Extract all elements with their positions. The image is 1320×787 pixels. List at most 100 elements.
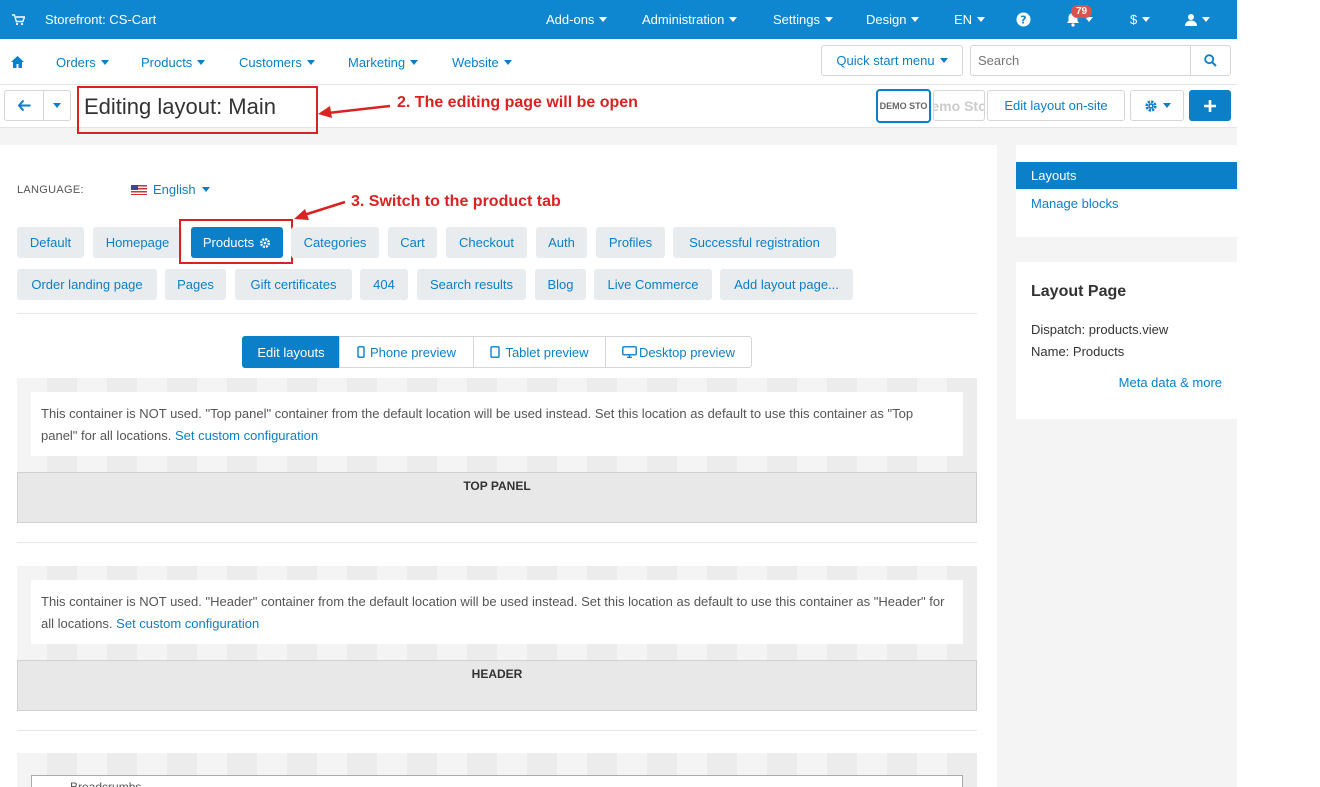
main-nav: Orders Products Customers Marketing Webs… [0,39,1237,85]
chevron-down-icon [599,17,608,22]
language-value: English [153,182,196,197]
header-title: HEADER [471,667,523,681]
language-selector[interactable]: English [131,182,210,197]
menu-addons-label: Add-ons [546,12,595,27]
quick-start-label: Quick start menu [836,53,935,68]
quick-start-menu-button[interactable]: Quick start menu [821,45,963,76]
add-layout-page-button[interactable]: Add layout page... [720,269,853,300]
edit-layout-onsite-button[interactable]: Edit layout on-site [987,90,1125,121]
menu-design-label: Design [866,12,907,27]
tab-gift-certificates[interactable]: Gift certificates [235,269,352,300]
header-set-custom-configuration-link[interactable]: Set custom configuration [116,616,259,631]
user-icon [1185,14,1197,26]
phone-preview-label: Phone preview [370,344,456,360]
tab-cart[interactable]: Cart [388,227,437,258]
top-panel-container[interactable]: TOP PANEL [17,472,977,523]
menu-administration[interactable]: Administration [642,0,738,39]
tab-checkout[interactable]: Checkout [446,227,527,258]
desktop-preview-label: Desktop preview [638,344,736,360]
tab-order-landing-page[interactable]: Order landing page [17,269,157,300]
tab-404[interactable]: 404 [360,269,408,300]
admin-window: Storefront: CS-Cart Add-ons Administrati… [0,0,1237,787]
home-icon [11,56,24,68]
nav-website[interactable]: Website [452,39,512,85]
divider [17,730,977,731]
help-button[interactable]: ? [1016,0,1031,39]
tablet-preview-button[interactable]: Tablet preview [473,336,606,368]
annotation-step-3: 3. Switch to the product tab [351,193,561,210]
top-panel-notice-text: This container is NOT used. "Top panel" … [41,406,914,443]
chevron-down-icon [977,17,986,22]
menu-settings[interactable]: Settings [773,0,833,39]
language-code: EN [954,12,973,27]
language-switcher[interactable]: EN [954,0,986,39]
annotation-arrow-icon [318,104,391,118]
back-dropdown-button[interactable] [43,90,71,121]
sidebar-item-layouts[interactable]: Layouts [1016,162,1237,189]
menu-design[interactable]: Design [866,0,920,39]
tab-profiles[interactable]: Profiles [596,227,665,258]
layout-page-dispatch: Dispatch: products.view [1031,322,1169,337]
desktop-icon [622,346,637,358]
edit-layouts-button[interactable]: Edit layouts [242,336,340,368]
phone-preview-button[interactable]: Phone preview [339,336,474,368]
user-menu[interactable] [1185,0,1210,39]
tab-blog[interactable]: Blog [535,269,586,300]
top-bar: Storefront: CS-Cart Add-ons Administrati… [0,0,1237,39]
gear-icon [1144,99,1157,112]
nav-marketing[interactable]: Marketing [348,39,419,85]
menu-addons[interactable]: Add-ons [546,0,608,39]
sidebar-item-manage-blocks[interactable]: Manage blocks [1016,190,1237,217]
demo-store-logo[interactable]: DEMO STO [876,89,931,123]
settings-dropdown-button[interactable] [1130,90,1184,121]
plus-icon [1204,99,1216,112]
tab-pages[interactable]: Pages [165,269,226,300]
nav-orders[interactable]: Orders [56,39,109,85]
tab-live-commerce[interactable]: Live Commerce [594,269,712,300]
currency-symbol: $ [1130,12,1138,27]
meta-data-link[interactable]: Meta data & more [1119,375,1222,390]
divider [17,542,977,543]
chevron-down-icon [1202,17,1210,22]
header-container[interactable]: HEADER [17,660,977,711]
help-icon: ? [1016,12,1031,27]
breadcrumbs-block[interactable]: Breadcrumbs [31,775,963,787]
desktop-preview-button[interactable]: Desktop preview [605,336,752,368]
annotation-arrow-icon [294,200,346,220]
add-button[interactable] [1189,90,1231,121]
chevron-down-icon [729,17,738,22]
chevron-down-icon [201,187,210,192]
tab-homepage[interactable]: Homepage [93,227,182,258]
home-button[interactable] [11,39,24,85]
currency-switcher[interactable]: $ [1130,0,1151,39]
nav-customers[interactable]: Customers [239,39,315,85]
back-button[interactable] [4,90,44,121]
sidebar-menu: Layouts Manage blocks [1016,145,1237,237]
search-button[interactable] [1190,45,1231,76]
layout-page-name: Name: Products [1031,344,1125,359]
chevron-down-icon [100,59,109,65]
nav-customers-label: Customers [239,54,302,70]
tab-categories[interactable]: Categories [291,227,379,258]
notifications-count-badge: 79 [1071,5,1093,18]
tab-successful-registration[interactable]: Successful registration [673,227,836,258]
tab-search-results[interactable]: Search results [417,269,526,300]
tab-auth[interactable]: Auth [536,227,587,258]
top-panel-set-custom-configuration-link[interactable]: Set custom configuration [175,428,318,443]
tablet-icon [490,346,501,358]
storefront-switcher[interactable]: Storefront: CS-Cart [12,0,156,39]
search-icon [1204,54,1217,67]
cart-icon [12,13,25,25]
header-notice: This container is NOT used. "Header" con… [31,580,963,644]
tablet-preview-label: Tablet preview [505,344,589,360]
chevron-down-icon [1142,17,1151,22]
phone-icon [357,346,365,358]
chevron-down-icon [939,58,948,63]
search-input[interactable] [970,45,1191,76]
demo-store-logo-secondary[interactable]: emo Sto [933,90,985,121]
menu-settings-label: Settings [773,12,820,27]
tab-default[interactable]: Default [17,227,84,258]
nav-products[interactable]: Products [141,39,206,85]
nav-orders-label: Orders [56,54,96,70]
annotation-step-2: 2. The editing page will be open [397,94,638,111]
